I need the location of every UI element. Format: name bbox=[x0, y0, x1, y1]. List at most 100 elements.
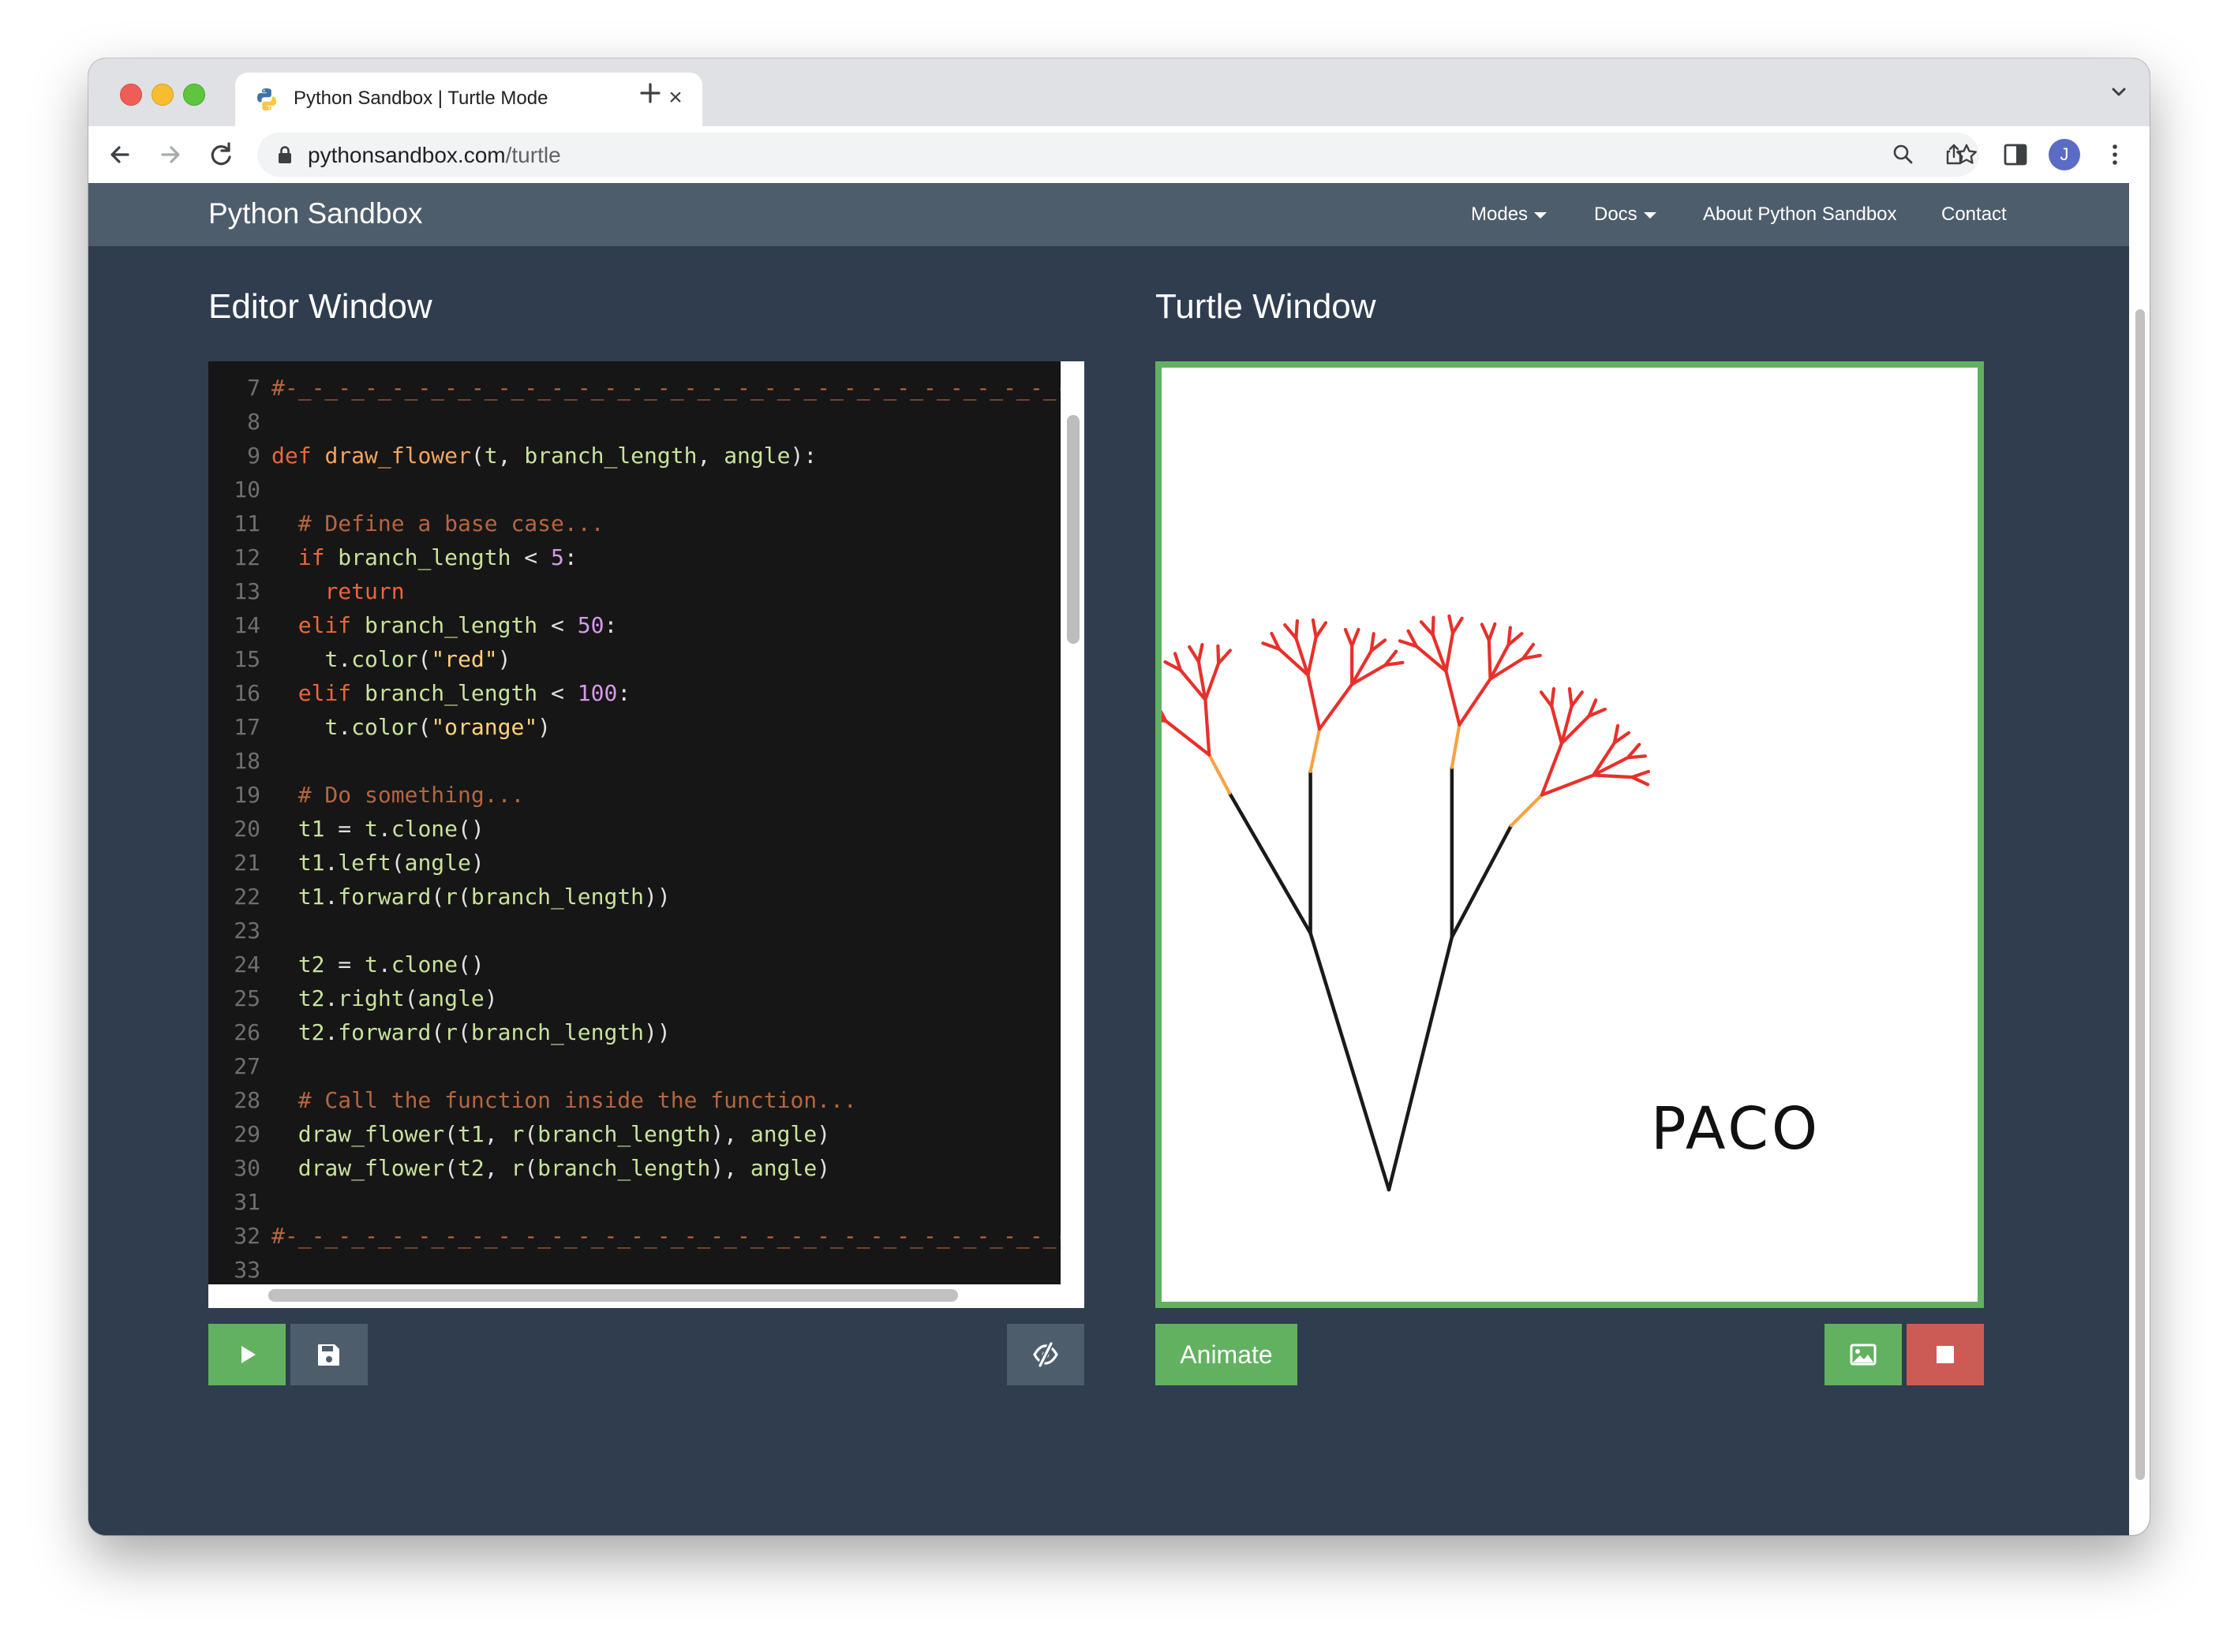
close-window-button[interactable] bbox=[120, 84, 142, 106]
code-line[interactable]: 9 def draw_flower(t, branch_length, angle… bbox=[208, 439, 1061, 473]
code-line[interactable]: 33 bbox=[208, 1253, 1061, 1287]
code-line[interactable]: 7 #-_-_-_-_-_-_-_-_-_-_-_-_-_-_-_-_-_-_-_… bbox=[208, 371, 1061, 405]
code-line[interactable]: 31 bbox=[208, 1185, 1061, 1219]
new-tab-icon[interactable] bbox=[633, 76, 668, 110]
line-number: 29 bbox=[234, 1121, 260, 1147]
code-line[interactable]: 13 return bbox=[208, 574, 1061, 608]
code-line[interactable]: 14 elif branch_length < 50: bbox=[208, 608, 1061, 642]
page-scrollbar[interactable] bbox=[2135, 309, 2145, 1480]
site-brand[interactable]: Python Sandbox bbox=[208, 197, 423, 230]
line-code: elif branch_length < 100: bbox=[298, 680, 631, 706]
stop-icon bbox=[1937, 1346, 1954, 1363]
code-line[interactable]: 16 elif branch_length < 100: bbox=[208, 676, 1061, 710]
turtle-drawing: PACO bbox=[1109, 614, 1821, 1192]
line-code: t1.left(angle) bbox=[298, 850, 485, 876]
bookmark-star-icon[interactable] bbox=[1954, 142, 1979, 167]
line-number: 25 bbox=[234, 985, 260, 1011]
side-panel-icon[interactable] bbox=[2001, 140, 2030, 169]
code-line[interactable]: 21 t1.left(angle) bbox=[208, 846, 1061, 880]
code-line[interactable]: 25 t2.right(angle) bbox=[208, 981, 1061, 1015]
save-button[interactable] bbox=[290, 1324, 368, 1385]
branch-segment bbox=[1343, 627, 1354, 648]
code-line[interactable]: 32 #-_-_-_-_-_-_-_-_-_-_-_-_-_-_-_-_-_-_-… bbox=[208, 1219, 1061, 1253]
branch-segment bbox=[1487, 638, 1492, 681]
branch-segment bbox=[1450, 616, 1464, 635]
branch-segment bbox=[1550, 704, 1564, 746]
code-line[interactable]: 18 bbox=[208, 744, 1061, 778]
code-line[interactable]: 12 if branch_length < 5: bbox=[208, 540, 1061, 574]
branch-segment bbox=[1306, 673, 1322, 731]
code-line[interactable]: 19 # Do something... bbox=[208, 778, 1061, 812]
save-icon bbox=[318, 1344, 339, 1366]
turtle-canvas[interactable]: PACO bbox=[1109, 368, 1978, 1302]
code-line[interactable]: 15 t.color("red") bbox=[208, 642, 1061, 676]
forward-arrow-icon[interactable] bbox=[155, 139, 186, 170]
line-code: t2.right(angle) bbox=[298, 985, 498, 1011]
nav-modes-dropdown[interactable]: Modes bbox=[1471, 204, 1548, 226]
code-line[interactable]: 22 t1.forward(r(branch_length)) bbox=[208, 880, 1061, 914]
reload-icon[interactable] bbox=[205, 139, 237, 170]
branch-segment bbox=[1203, 697, 1211, 757]
nav-docs-dropdown[interactable]: Docs bbox=[1594, 204, 1656, 226]
chevron-down-icon[interactable] bbox=[2107, 80, 2131, 104]
branch-segment bbox=[1196, 643, 1204, 663]
code-editor[interactable]: 7 #-_-_-_-_-_-_-_-_-_-_-_-_-_-_-_-_-_-_-_… bbox=[208, 361, 1084, 1308]
code-line[interactable]: 20 t1 = t.clone() bbox=[208, 812, 1061, 846]
code-line[interactable]: 11 # Define a base case... bbox=[208, 506, 1061, 540]
branch-segment bbox=[1630, 769, 1651, 779]
line-number: 21 bbox=[234, 850, 260, 876]
lock-icon[interactable] bbox=[276, 144, 294, 165]
line-number: 15 bbox=[234, 646, 260, 672]
url-text[interactable]: pythonsandbox.com/turtle bbox=[308, 143, 561, 168]
code-line[interactable]: 27 bbox=[208, 1049, 1061, 1083]
code-line[interactable]: 10 bbox=[208, 473, 1061, 506]
nav-modes-label: Modes bbox=[1471, 204, 1529, 225]
screenshot-button[interactable] bbox=[1824, 1324, 1902, 1385]
line-number: 7 bbox=[247, 375, 260, 401]
code-line[interactable]: 30 draw_flower(t2, r(branch_length), ang… bbox=[208, 1151, 1061, 1185]
line-code: return bbox=[324, 578, 405, 604]
zoom-icon[interactable] bbox=[1891, 142, 1916, 167]
branch-segment bbox=[1419, 620, 1435, 637]
nav-contact-link[interactable]: Contact bbox=[1941, 204, 2007, 226]
animate-button[interactable]: Animate bbox=[1155, 1324, 1297, 1385]
maximize-window-button[interactable] bbox=[183, 84, 205, 106]
line-number: 23 bbox=[234, 918, 260, 944]
line-number: 10 bbox=[234, 477, 260, 503]
editor-vertical-scrollbar[interactable] bbox=[1067, 415, 1080, 644]
editor-horizontal-scrollbar[interactable] bbox=[268, 1289, 958, 1302]
line-number: 20 bbox=[234, 816, 260, 842]
signature-text: PACO bbox=[1651, 1095, 1821, 1163]
more-menu-icon[interactable] bbox=[2101, 140, 2129, 169]
branch-segment bbox=[1227, 791, 1312, 936]
fractal-trees bbox=[1109, 614, 1651, 1192]
code-line[interactable]: 23 bbox=[208, 914, 1061, 947]
run-button[interactable] bbox=[208, 1324, 286, 1385]
nav-about-link[interactable]: About Python Sandbox bbox=[1703, 204, 1897, 226]
code-line[interactable]: 8 bbox=[208, 405, 1061, 439]
profile-avatar[interactable]: J bbox=[2049, 139, 2080, 170]
line-code: if branch_length < 5: bbox=[298, 544, 578, 570]
line-number: 24 bbox=[234, 951, 260, 977]
back-arrow-icon[interactable] bbox=[104, 139, 136, 170]
line-code: t.color("orange") bbox=[324, 714, 552, 740]
branch-segment bbox=[1592, 773, 1634, 779]
line-code: draw_flower(t2, r(branch_length), angle) bbox=[298, 1155, 831, 1181]
caret-down-icon bbox=[1643, 211, 1656, 219]
code-line[interactable]: 26 t2.forward(r(branch_length)) bbox=[208, 1015, 1061, 1049]
line-number: 14 bbox=[234, 612, 260, 638]
code-area[interactable]: 7 #-_-_-_-_-_-_-_-_-_-_-_-_-_-_-_-_-_-_-_… bbox=[208, 361, 1061, 1308]
address-bar[interactable]: pythonsandbox.com/turtle bbox=[257, 133, 1979, 177]
branch-segment bbox=[1350, 627, 1360, 648]
toggle-visibility-button[interactable] bbox=[1007, 1324, 1084, 1385]
branch-segment bbox=[1308, 931, 1391, 1192]
code-line[interactable]: 17 t.color("orange") bbox=[208, 710, 1061, 744]
code-line[interactable]: 24 t2 = t.clone() bbox=[208, 947, 1061, 981]
branch-segment bbox=[1314, 621, 1328, 639]
branch-segment bbox=[1146, 685, 1168, 723]
minimize-window-button[interactable] bbox=[152, 84, 174, 106]
code-line[interactable]: 29 draw_flower(t1, r(branch_length), ang… bbox=[208, 1117, 1061, 1151]
code-line[interactable]: 28 # Call the function inside the functi… bbox=[208, 1083, 1061, 1117]
stop-button[interactable] bbox=[1907, 1324, 1984, 1385]
tab-title: Python Sandbox | Turtle Mode bbox=[294, 88, 548, 109]
